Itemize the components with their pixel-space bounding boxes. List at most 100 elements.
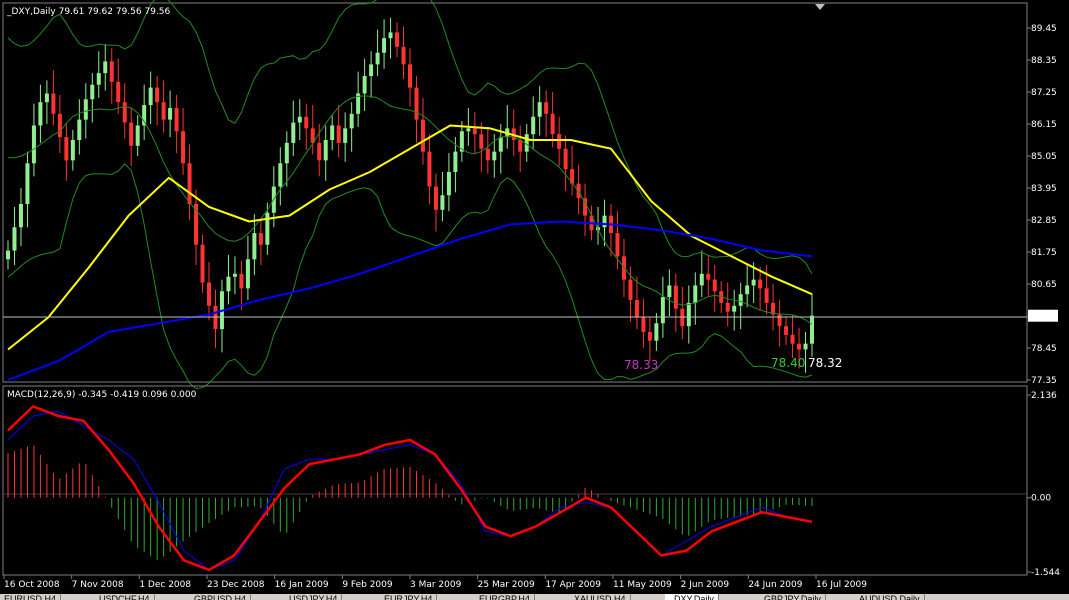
candle-body [693, 285, 698, 303]
candle-body [77, 119, 82, 140]
candle-body [764, 288, 769, 303]
chart-tab[interactable]: GBPUSD,H4 [190, 594, 252, 600]
candle-body [647, 332, 652, 341]
candle-body [537, 102, 542, 117]
candle-body [544, 102, 549, 114]
candle-body [472, 128, 477, 135]
candle-body [686, 302, 691, 327]
candle-body [382, 38, 387, 53]
candle-body [732, 305, 737, 312]
date-tick-label: 24 Jun 2009 [748, 580, 802, 590]
macd-tick-label: 0.00 [1031, 494, 1051, 504]
candle-body [427, 151, 432, 187]
price-panel-frame [2, 2, 1028, 383]
candle-body [628, 279, 633, 300]
candle-body [174, 108, 179, 132]
price-tick-label: 89.45 [1031, 24, 1057, 34]
chart-canvas: _DXY,Daily 79.61 79.62 79.56 79.56 78.33… [2, 0, 1060, 590]
main-panel-title: _DXY,Daily 79.61 79.62 79.56 79.56 [6, 7, 171, 17]
chart-tab[interactable]: EURJPY,H4 [380, 594, 438, 600]
date-tick-label: 7 Nov 2008 [72, 580, 124, 590]
candle-body [660, 297, 665, 324]
macd-tick-label: -1.544 [1031, 568, 1060, 578]
date-tick-label: 9 Feb 2009 [342, 580, 393, 590]
candle-body [323, 140, 328, 161]
chart-tab[interactable]: _DXY,Daily [665, 594, 719, 600]
low-annotation-3: 78.32 [808, 356, 842, 370]
candle-body [790, 334, 795, 344]
bollinger-band [7, 0, 813, 275]
price-tick-label: 82.85 [1031, 216, 1057, 226]
shift-marker-icon[interactable] [815, 4, 825, 10]
candle-body [563, 148, 568, 170]
candle-body [712, 279, 717, 292]
candle-body [615, 233, 620, 257]
macd-tick-label: 2.136 [1031, 391, 1057, 401]
candle-body [148, 87, 153, 106]
candle-body [797, 343, 802, 350]
current-price-label: 79.56 [1031, 312, 1057, 322]
chart-tab[interactable]: GBPJPY,Daily [760, 594, 826, 600]
candle-body [362, 76, 367, 94]
chart-tab[interactable]: EURGBP,H4 [475, 594, 535, 600]
candle-body [388, 32, 393, 39]
candle-body [706, 273, 711, 280]
candle-body [83, 99, 88, 120]
candle-body [96, 73, 101, 85]
candle-body [414, 87, 419, 120]
candle-body [803, 343, 808, 350]
candle-body [667, 285, 672, 298]
candle-body [518, 140, 523, 152]
chart-tab[interactable]: USDJPY,H4 [285, 594, 343, 600]
candle-body [44, 93, 49, 103]
candle-body [155, 87, 160, 103]
chart-tab[interactable]: USDCHF,H4 [95, 594, 155, 600]
candle-body [135, 125, 140, 146]
candle-body [557, 134, 562, 149]
candle-body [408, 64, 412, 88]
macd-axis: 2.136 0.00 -1.544 [1027, 391, 1060, 578]
date-tick-label: 11 May 2009 [613, 580, 672, 590]
candle-body [725, 302, 730, 312]
candle-body [168, 108, 173, 120]
chart-tab[interactable]: EURUSD,H4 [0, 594, 62, 600]
candle-body [64, 137, 69, 161]
date-tick-label: 16 Jul 2009 [816, 580, 867, 590]
candle-body [25, 163, 30, 204]
chart-tab[interactable]: AUDUSD,Daily [855, 594, 925, 600]
low-annotation-2: 78.40 [771, 356, 805, 370]
candle-body [395, 32, 400, 47]
price-tick-label: 88.35 [1031, 56, 1057, 66]
candle-body [12, 227, 17, 251]
chart-tab-bar: EURUSD,H4 USDCHF,H4 GBPUSD,H4 USDJPY,H4 EURJ… [0, 594, 1069, 600]
candle-body [401, 46, 406, 65]
candle-body [466, 128, 471, 132]
candle-body [239, 273, 244, 289]
candle-body [317, 142, 322, 161]
candle-body [226, 276, 231, 292]
candle-body [284, 142, 289, 164]
candle-body [654, 323, 659, 341]
candle-body [103, 61, 108, 74]
price-tick-label: 77.35 [1031, 376, 1057, 386]
candle-body [602, 215, 607, 228]
bollinger-band [7, 95, 813, 325]
macd-marks [7, 405, 813, 572]
candle-body [142, 105, 147, 126]
candle-body [498, 137, 503, 152]
candle-body [70, 140, 75, 161]
candle-body [122, 102, 127, 123]
candle-body [369, 64, 374, 76]
date-tick-label: 17 Apr 2009 [545, 580, 601, 590]
price-tick-label: 85.05 [1031, 152, 1057, 162]
candle-body [492, 151, 497, 161]
candle-body [751, 279, 756, 286]
candle-body [433, 186, 438, 210]
candle-body [420, 119, 425, 152]
date-tick-label: 2 Jun 2009 [681, 580, 730, 590]
candle-body [245, 259, 250, 289]
candle-body [550, 113, 555, 135]
candle-body [6, 250, 10, 260]
candle-body [634, 300, 639, 318]
chart-tab[interactable]: XAUUSD,H4 [570, 594, 631, 600]
